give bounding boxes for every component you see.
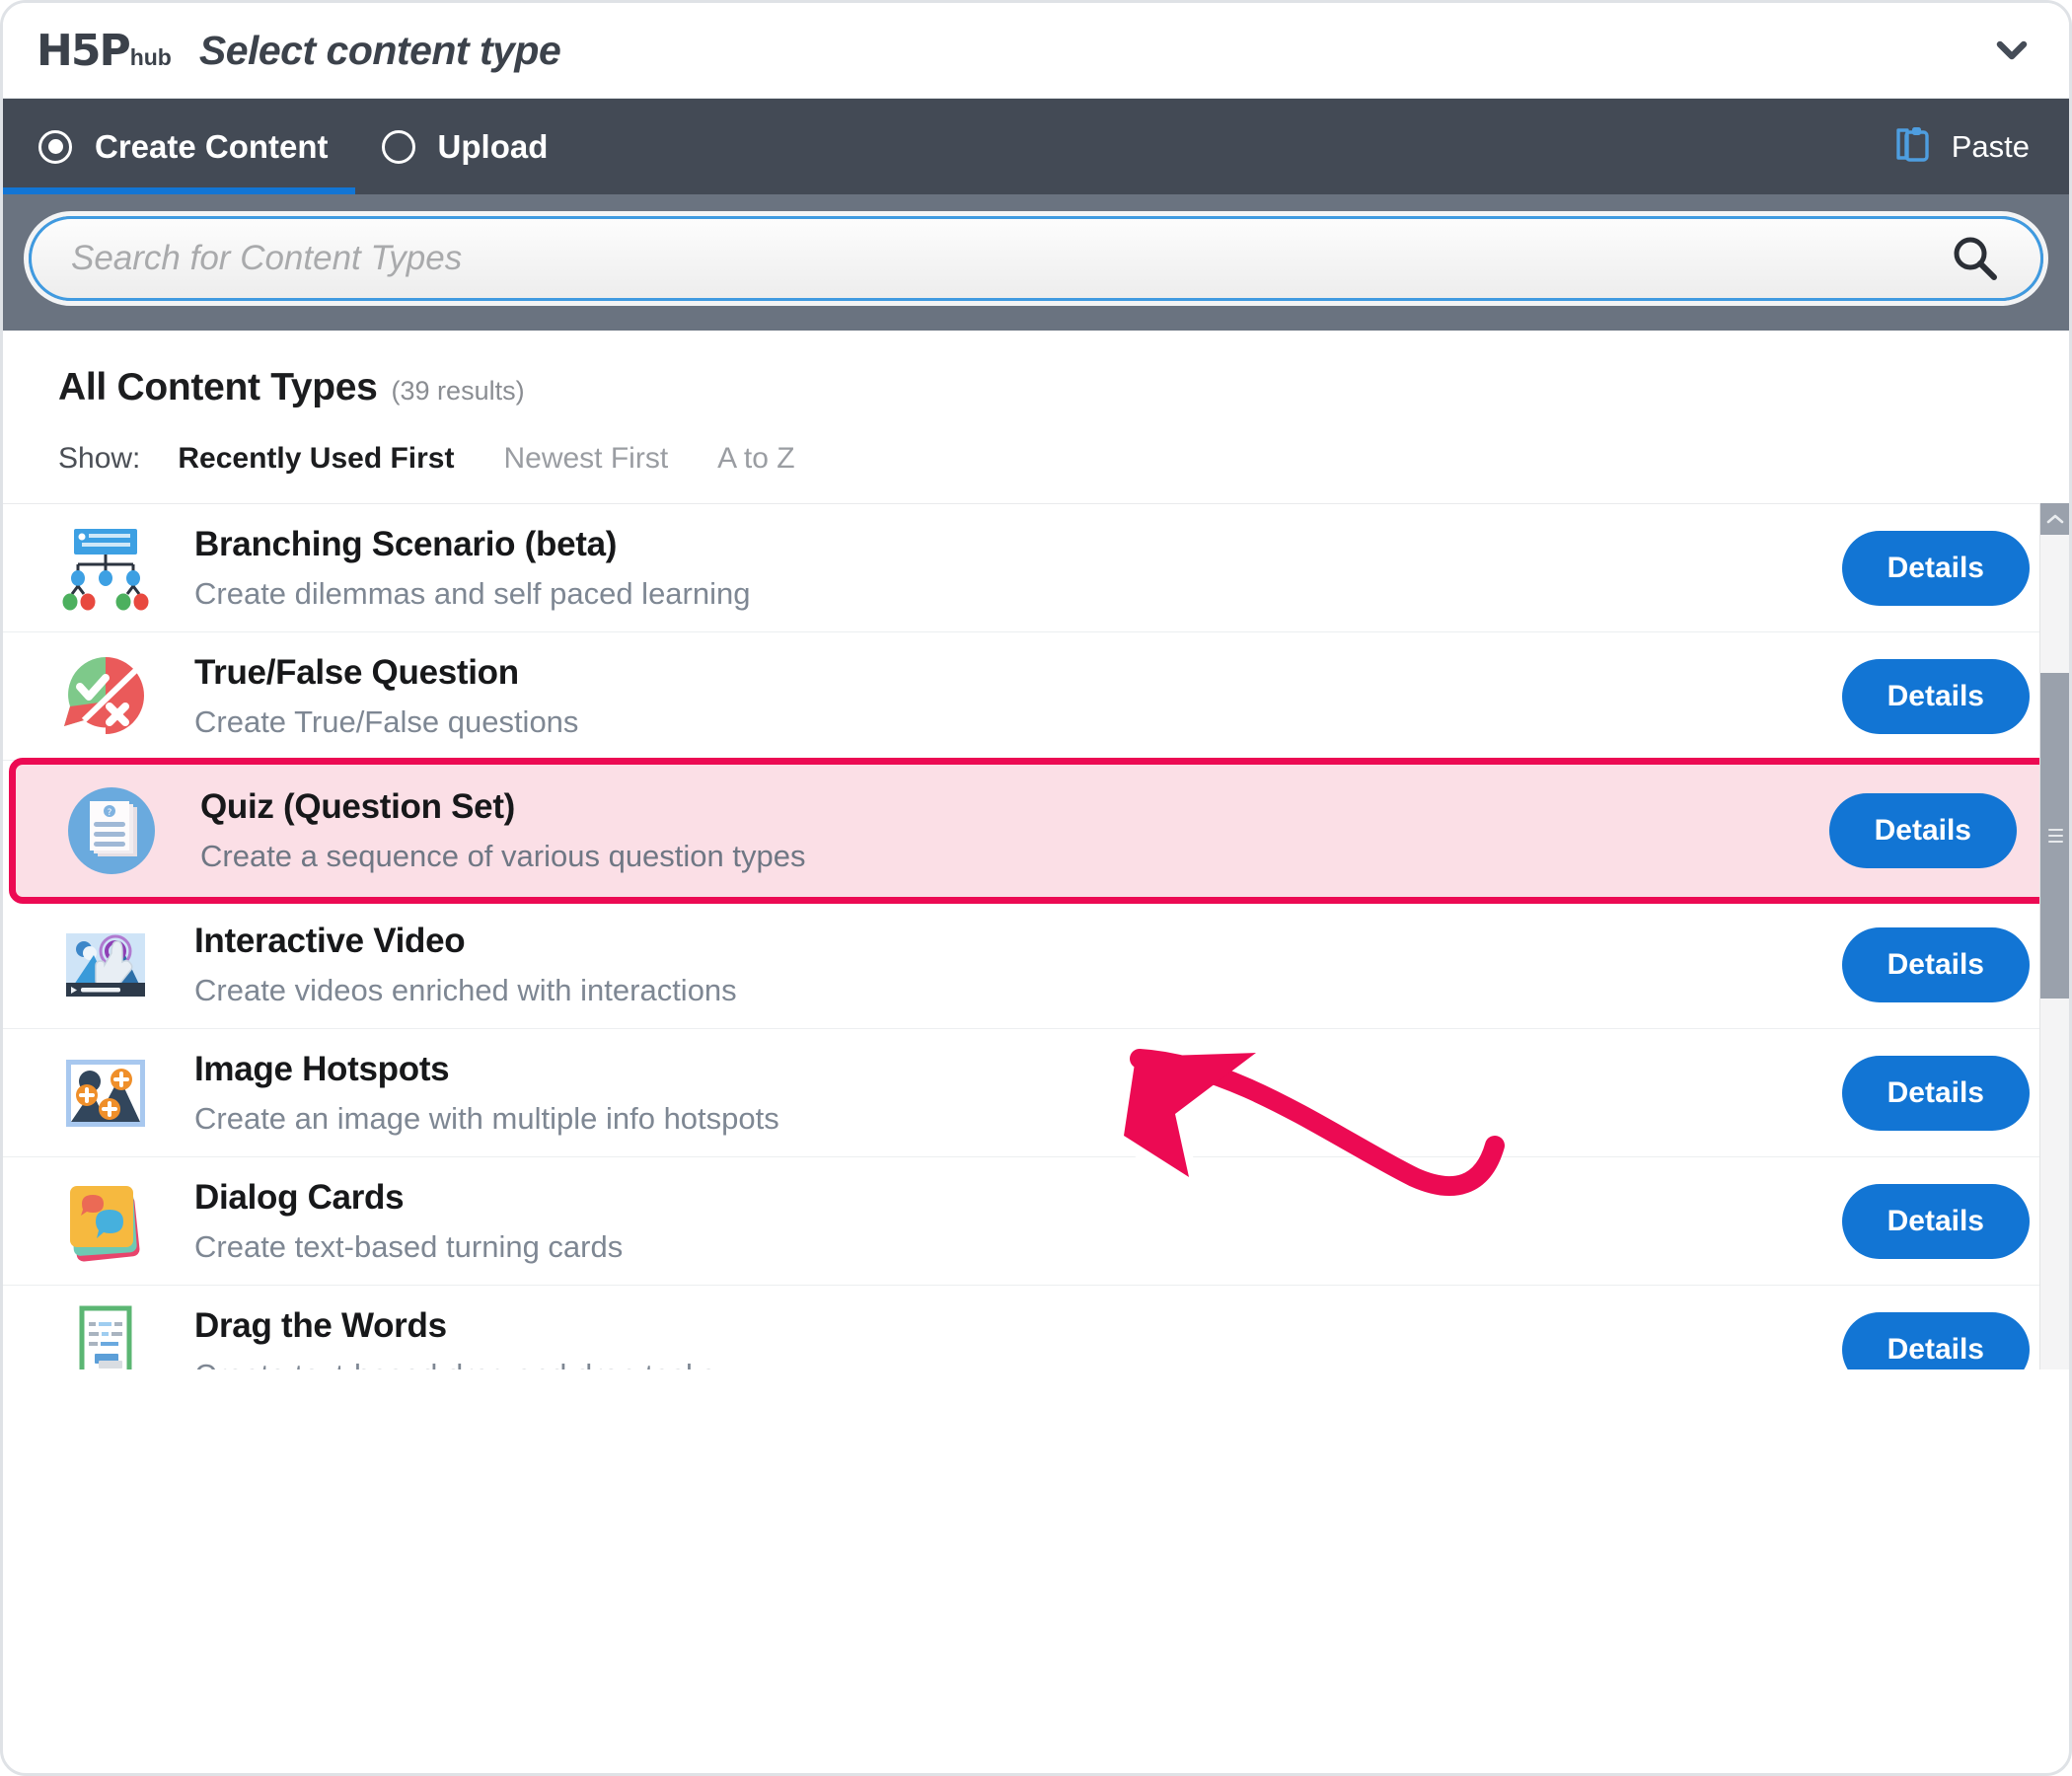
chevron-down-icon[interactable] — [1990, 29, 2034, 72]
details-button[interactable]: Details — [1841, 1055, 2030, 1131]
content-type-title: Quiz (Question Set) — [200, 787, 516, 827]
scrollbar-thumb[interactable] — [2040, 673, 2069, 999]
quiz-question-set-icon: ? — [64, 783, 159, 878]
content-type-description: Create True/False questions — [194, 703, 579, 739]
paste-button[interactable]: Paste — [1892, 122, 2030, 171]
details-button[interactable]: Details — [1841, 1311, 2030, 1369]
content-type-description: Create text-based turning cards — [194, 1228, 624, 1264]
content-type-title: Dialog Cards — [194, 1177, 405, 1217]
content-type-description: Create a sequence of various question ty… — [200, 839, 806, 873]
sort-newest-first[interactable]: Newest First — [503, 442, 668, 476]
sort-controls: Show: Recently Used First Newest First A… — [58, 442, 2069, 476]
table-row[interactable]: True/False Question Create True/False qu… — [3, 632, 2069, 761]
row-text: True/False Question Create True/False qu… — [194, 651, 1842, 742]
tabbar: Create Content Upload Paste — [3, 99, 2069, 194]
content-type-title: Drag the Words — [194, 1305, 447, 1345]
h5p-hub-logo: H5P hub — [37, 26, 172, 76]
paste-label: Paste — [1951, 128, 2030, 164]
scroll-up-arrow-icon[interactable] — [2040, 503, 2069, 535]
table-row[interactable]: Interactive Video Create videos enriched… — [3, 901, 2069, 1029]
details-button[interactable]: Details — [1841, 530, 2030, 606]
h5p-logo-text: H5P — [37, 25, 131, 76]
sort-recently-used-first[interactable]: Recently Used First — [178, 442, 454, 476]
row-text: Quiz (Question Set) Create a sequence of… — [200, 785, 1829, 876]
results-count: (39 results) — [391, 376, 525, 406]
content-type-title: Interactive Video — [194, 921, 466, 960]
tab-upload[interactable]: Upload — [355, 99, 575, 194]
sort-a-to-z[interactable]: A to Z — [717, 442, 794, 476]
svg-text:?: ? — [108, 808, 112, 818]
row-text: Branching Scenario (beta) Create dilemma… — [194, 523, 1842, 614]
true-false-question-icon — [58, 649, 153, 744]
content-type-list-area: Branching Scenario (beta) Create dilemma… — [3, 503, 2069, 1369]
search-strip — [3, 194, 2069, 331]
table-row-highlighted[interactable]: ? Quiz (Question Set) Create a sequence … — [9, 758, 2063, 904]
row-text: Image Hotspots Create an image with mult… — [194, 1048, 1842, 1139]
tab-create-content[interactable]: Create Content — [3, 99, 355, 194]
search-icon[interactable] — [1950, 233, 2001, 284]
table-row[interactable]: Branching Scenario (beta) Create dilemma… — [3, 504, 2069, 632]
image-hotspots-icon — [58, 1046, 153, 1141]
content-type-description: Create an image with multiple info hotsp… — [194, 1100, 779, 1136]
content-type-description: Create dilemmas and self paced learning — [194, 575, 751, 611]
branching-scenario-icon — [58, 521, 153, 616]
table-row[interactable]: Dialog Cards Create text-based turning c… — [3, 1157, 2069, 1286]
table-row[interactable]: Image Hotspots Create an image with mult… — [3, 1029, 2069, 1157]
details-button[interactable]: Details — [1828, 793, 2017, 868]
scrollbar-grip-icon — [2047, 825, 2063, 847]
hub-logo-text: hub — [129, 43, 172, 70]
content-type-description: Create videos enriched with interactions — [194, 972, 737, 1007]
radio-selected-icon — [38, 129, 72, 164]
content-type-title: True/False Question — [194, 652, 519, 692]
list-scrollbar[interactable] — [2039, 503, 2069, 1369]
radio-unselected-icon — [381, 129, 415, 164]
details-button[interactable]: Details — [1841, 926, 2030, 1002]
results-title-row: All Content Types (39 results) — [58, 366, 2069, 409]
details-button[interactable]: Details — [1841, 658, 2030, 734]
tab-create-content-label: Create Content — [95, 127, 329, 165]
results-header: All Content Types (39 results) Show: Rec… — [3, 331, 2069, 503]
search-input[interactable] — [71, 239, 1950, 278]
dialog-cards-icon — [58, 1174, 153, 1269]
titlebar: H5P hub Select content type — [3, 3, 2069, 99]
content-type-title: Branching Scenario (beta) — [194, 524, 618, 563]
row-text: Dialog Cards Create text-based turning c… — [194, 1176, 1842, 1267]
search-field-wrapper[interactable] — [29, 216, 2043, 301]
content-type-title: Image Hotspots — [194, 1049, 450, 1088]
content-type-description: Create text-based drag and drop tasks — [194, 1357, 1842, 1370]
show-label: Show: — [58, 442, 141, 475]
table-row[interactable]: Drag the Words Create text-based drag an… — [3, 1286, 2069, 1369]
results-title: All Content Types — [58, 366, 378, 408]
h5p-hub-window: H5P hub Select content type Create Conte… — [0, 0, 2072, 1776]
row-text: Interactive Video Create videos enriched… — [194, 920, 1842, 1010]
tab-upload-label: Upload — [437, 127, 549, 165]
page-title: Select content type — [198, 27, 561, 73]
content-type-list: Branching Scenario (beta) Create dilemma… — [3, 503, 2069, 1369]
clipboard-paste-icon — [1892, 122, 1934, 171]
details-button[interactable]: Details — [1841, 1183, 2030, 1259]
drag-the-words-icon — [58, 1302, 153, 1369]
interactive-video-icon — [58, 918, 153, 1012]
row-text: Drag the Words Create text-based drag an… — [194, 1304, 1842, 1369]
